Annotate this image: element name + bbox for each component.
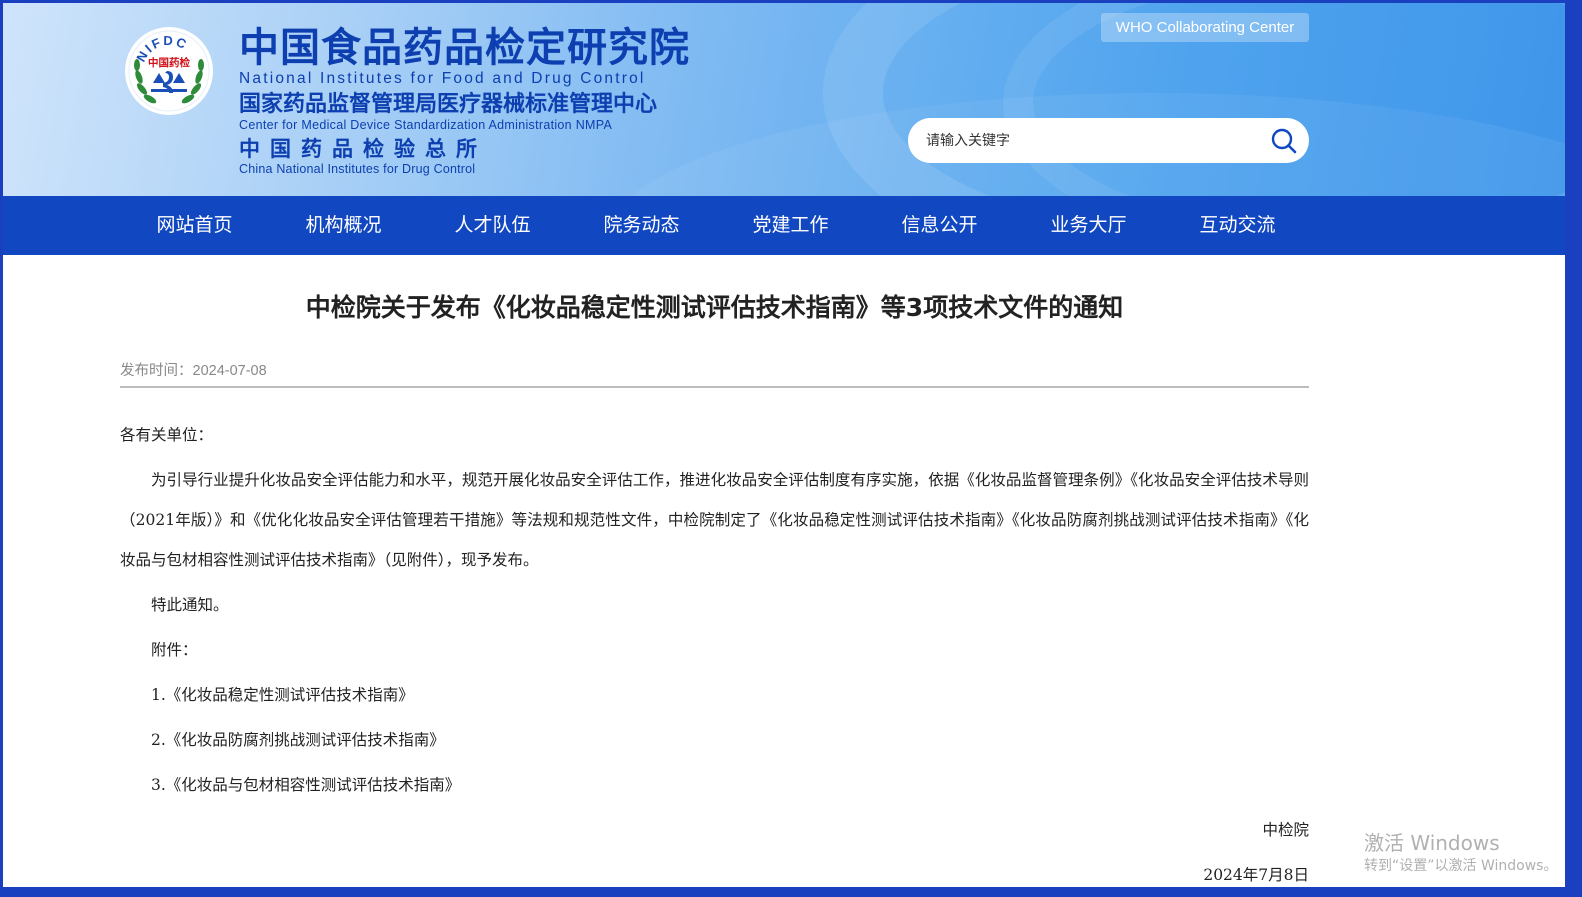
- who-collaborating-center-badge[interactable]: WHO Collaborating Center: [1101, 13, 1309, 42]
- salutation: 各有关单位：: [120, 426, 214, 444]
- main-nav: 网站首页 机构概况 人才队伍 院务动态 党建工作 信息公开 业务大厅 互动交流: [3, 196, 1565, 255]
- sub-org-en: Center for Medical Device Standardizatio…: [239, 118, 613, 132]
- publish-label: 发布时间：: [120, 363, 193, 379]
- search-input[interactable]: [926, 118, 1256, 163]
- nifdc-logo[interactable]: NIFDC 中国药检: [123, 25, 215, 117]
- title-divider: [120, 386, 1309, 388]
- publish-date: 2024-07-08: [192, 363, 267, 379]
- nav-item-home[interactable]: 网站首页: [120, 196, 269, 255]
- attachment-link-3[interactable]: 3.《化妆品与包材相容性测试评估技术指南》: [120, 765, 1309, 805]
- nav-item-news[interactable]: 院务动态: [567, 196, 716, 255]
- watermark-line-2: 转到“设置”以激活 Windows。: [1364, 858, 1558, 874]
- signature: 中检院: [1262, 821, 1309, 839]
- attachment-link-2[interactable]: 2.《化妆品防腐剂挑战测试评估技术指南》: [120, 720, 1309, 760]
- watermark-line-1: 激活 Windows: [1364, 831, 1500, 855]
- notice-line: 特此通知。: [151, 596, 229, 614]
- sub-org-cn: 国家药品监督管理局医疗器械标准管理中心: [239, 92, 658, 117]
- org-name-cn: 中国食品药品检定研究院: [239, 25, 690, 71]
- sub-org2-en: China National Institutes for Drug Contr…: [239, 162, 476, 176]
- logo-center-text: 中国药检: [148, 56, 190, 69]
- search-box: [908, 118, 1309, 163]
- nav-item-interaction[interactable]: 互动交流: [1163, 196, 1312, 255]
- publish-meta: 发布时间：2024-07-08: [120, 359, 267, 380]
- nav-item-about[interactable]: 机构概况: [269, 196, 418, 255]
- browser-viewport: NIFDC 中国药检 中国食品药品检定研究院 National Institut…: [3, 3, 1565, 887]
- sub-org2-cn: 中国药品检验总所: [239, 137, 487, 161]
- windows-activation-watermark: 激活 Windows 转到“设置”以激活 Windows。: [1364, 831, 1557, 877]
- search-icon[interactable]: [1270, 127, 1298, 155]
- article-body: 各有关单位： 为引导行业提升化妆品安全评估能力和水平，规范开展化妆品安全评估工作…: [120, 415, 1309, 887]
- attachments-label: 附件：: [151, 641, 198, 659]
- nav-item-party[interactable]: 党建工作: [716, 196, 865, 255]
- org-name-en: National Institutes for Food and Drug Co…: [239, 70, 646, 87]
- organization-name-block: 中国食品药品检定研究院 National Institutes for Food…: [239, 25, 690, 175]
- nav-item-services[interactable]: 业务大厅: [1014, 196, 1163, 255]
- attachment-link-1[interactable]: 1.《化妆品稳定性测试评估技术指南》: [120, 675, 1309, 715]
- sign-date: 2024年7月8日: [1203, 866, 1309, 884]
- nifdc-emblem-icon: NIFDC 中国药检: [125, 27, 213, 115]
- article-title: 中检院关于发布《化妆品稳定性测试评估技术指南》等3项技术文件的通知: [305, 293, 1124, 322]
- main-paragraph: 为引导行业提升化妆品安全评估能力和水平，规范开展化妆品安全评估工作，推进化妆品安…: [120, 471, 1309, 569]
- header-banner: NIFDC 中国药检 中国食品药品检定研究院 National Institut…: [3, 3, 1565, 196]
- nav-item-talent[interactable]: 人才队伍: [418, 196, 567, 255]
- nav-item-disclosure[interactable]: 信息公开: [865, 196, 1014, 255]
